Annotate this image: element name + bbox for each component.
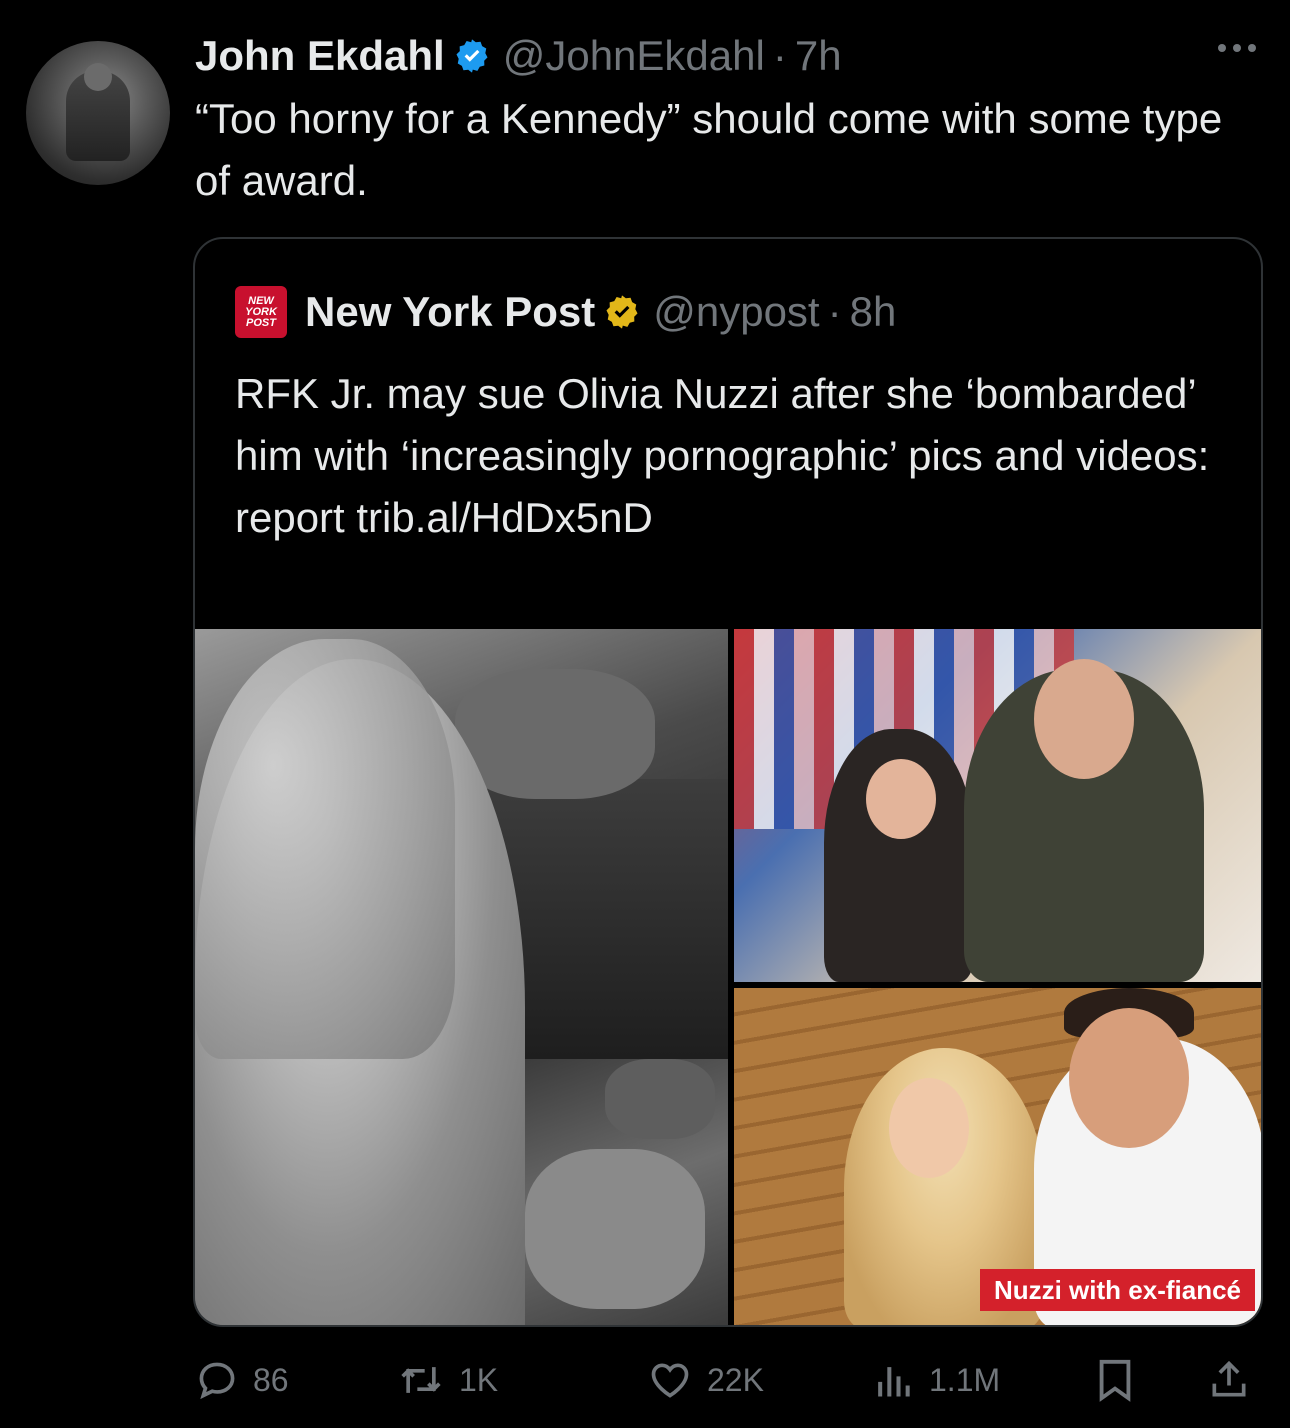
media-image-2[interactable] <box>734 629 1261 982</box>
image-caption: Nuzzi with ex-fiancé <box>979 1269 1255 1311</box>
logo-line: POST <box>246 316 276 329</box>
quoted-handle: @nypost <box>653 288 820 335</box>
bookmark-icon <box>1099 1359 1131 1402</box>
media-grid: Nuzzi with ex-fiancé <box>195 629 1261 1325</box>
verified-gold-badge-icon <box>606 295 638 329</box>
like-button[interactable]: 22K <box>647 1352 764 1408</box>
share-icon <box>1212 1360 1246 1397</box>
tweet-time[interactable]: 7h <box>795 32 842 80</box>
quoted-text: RFK Jr. may sue Olivia Nuzzi after she ‘… <box>235 370 1210 541</box>
action-bar: 86 1K 22K 1.1M <box>195 1352 1255 1408</box>
more-dot <box>1248 44 1256 52</box>
avatar-head <box>84 63 112 91</box>
repost-icon <box>401 1367 441 1393</box>
author-name[interactable]: John Ekdahl <box>195 32 445 80</box>
person-face <box>866 759 936 839</box>
reply-count: 86 <box>253 1361 289 1398</box>
like-count: 22K <box>707 1361 764 1398</box>
more-dot <box>1218 44 1226 52</box>
rock <box>605 1059 715 1139</box>
nypost-logo[interactable]: NEW YORK POST <box>235 286 287 338</box>
quoted-header: NEW YORK POST New York Post @nypost · 8h <box>235 286 897 338</box>
person-face <box>1069 1008 1189 1148</box>
verified-badge-icon <box>456 39 488 73</box>
author-avatar[interactable] <box>26 41 170 185</box>
view-count: 1.1M <box>929 1361 1001 1398</box>
repost-button[interactable]: 1K <box>397 1352 498 1408</box>
heart-icon <box>651 1363 689 1398</box>
logo-line: NEW <box>248 294 274 307</box>
quoted-time: 8h <box>849 288 897 335</box>
person-hair <box>195 639 455 1059</box>
media-image-1[interactable] <box>195 629 728 1325</box>
rock <box>455 669 655 799</box>
reply-icon <box>199 1362 235 1400</box>
rock <box>525 1149 705 1309</box>
reply-button[interactable]: 86 <box>195 1352 289 1408</box>
quoted-author-name: New York Post <box>305 288 596 335</box>
share-button[interactable] <box>1207 1352 1251 1408</box>
analytics-icon <box>878 1367 910 1397</box>
separator-dot: · <box>772 32 787 79</box>
tweet-text: “Too horny for a Kennedy” should come wi… <box>195 95 1223 204</box>
repost-count: 1K <box>459 1361 499 1398</box>
media-image-3[interactable]: Nuzzi with ex-fiancé <box>734 988 1261 1325</box>
logo-line: YORK <box>245 305 277 318</box>
person-face <box>1034 659 1134 779</box>
more-options-icon[interactable] <box>1218 44 1256 52</box>
more-dot <box>1233 44 1241 52</box>
person-face <box>889 1078 969 1178</box>
separator-dot: · <box>827 288 842 335</box>
quoted-tweet[interactable]: NEW YORK POST New York Post @nypost · 8h… <box>193 237 1263 1327</box>
views-button[interactable]: 1.1M <box>871 1352 1000 1408</box>
tweet-header: John Ekdahl @JohnEkdahl · 7h <box>195 30 842 82</box>
author-handle[interactable]: @JohnEkdahl <box>503 32 765 80</box>
bookmark-button[interactable] <box>1095 1352 1135 1408</box>
